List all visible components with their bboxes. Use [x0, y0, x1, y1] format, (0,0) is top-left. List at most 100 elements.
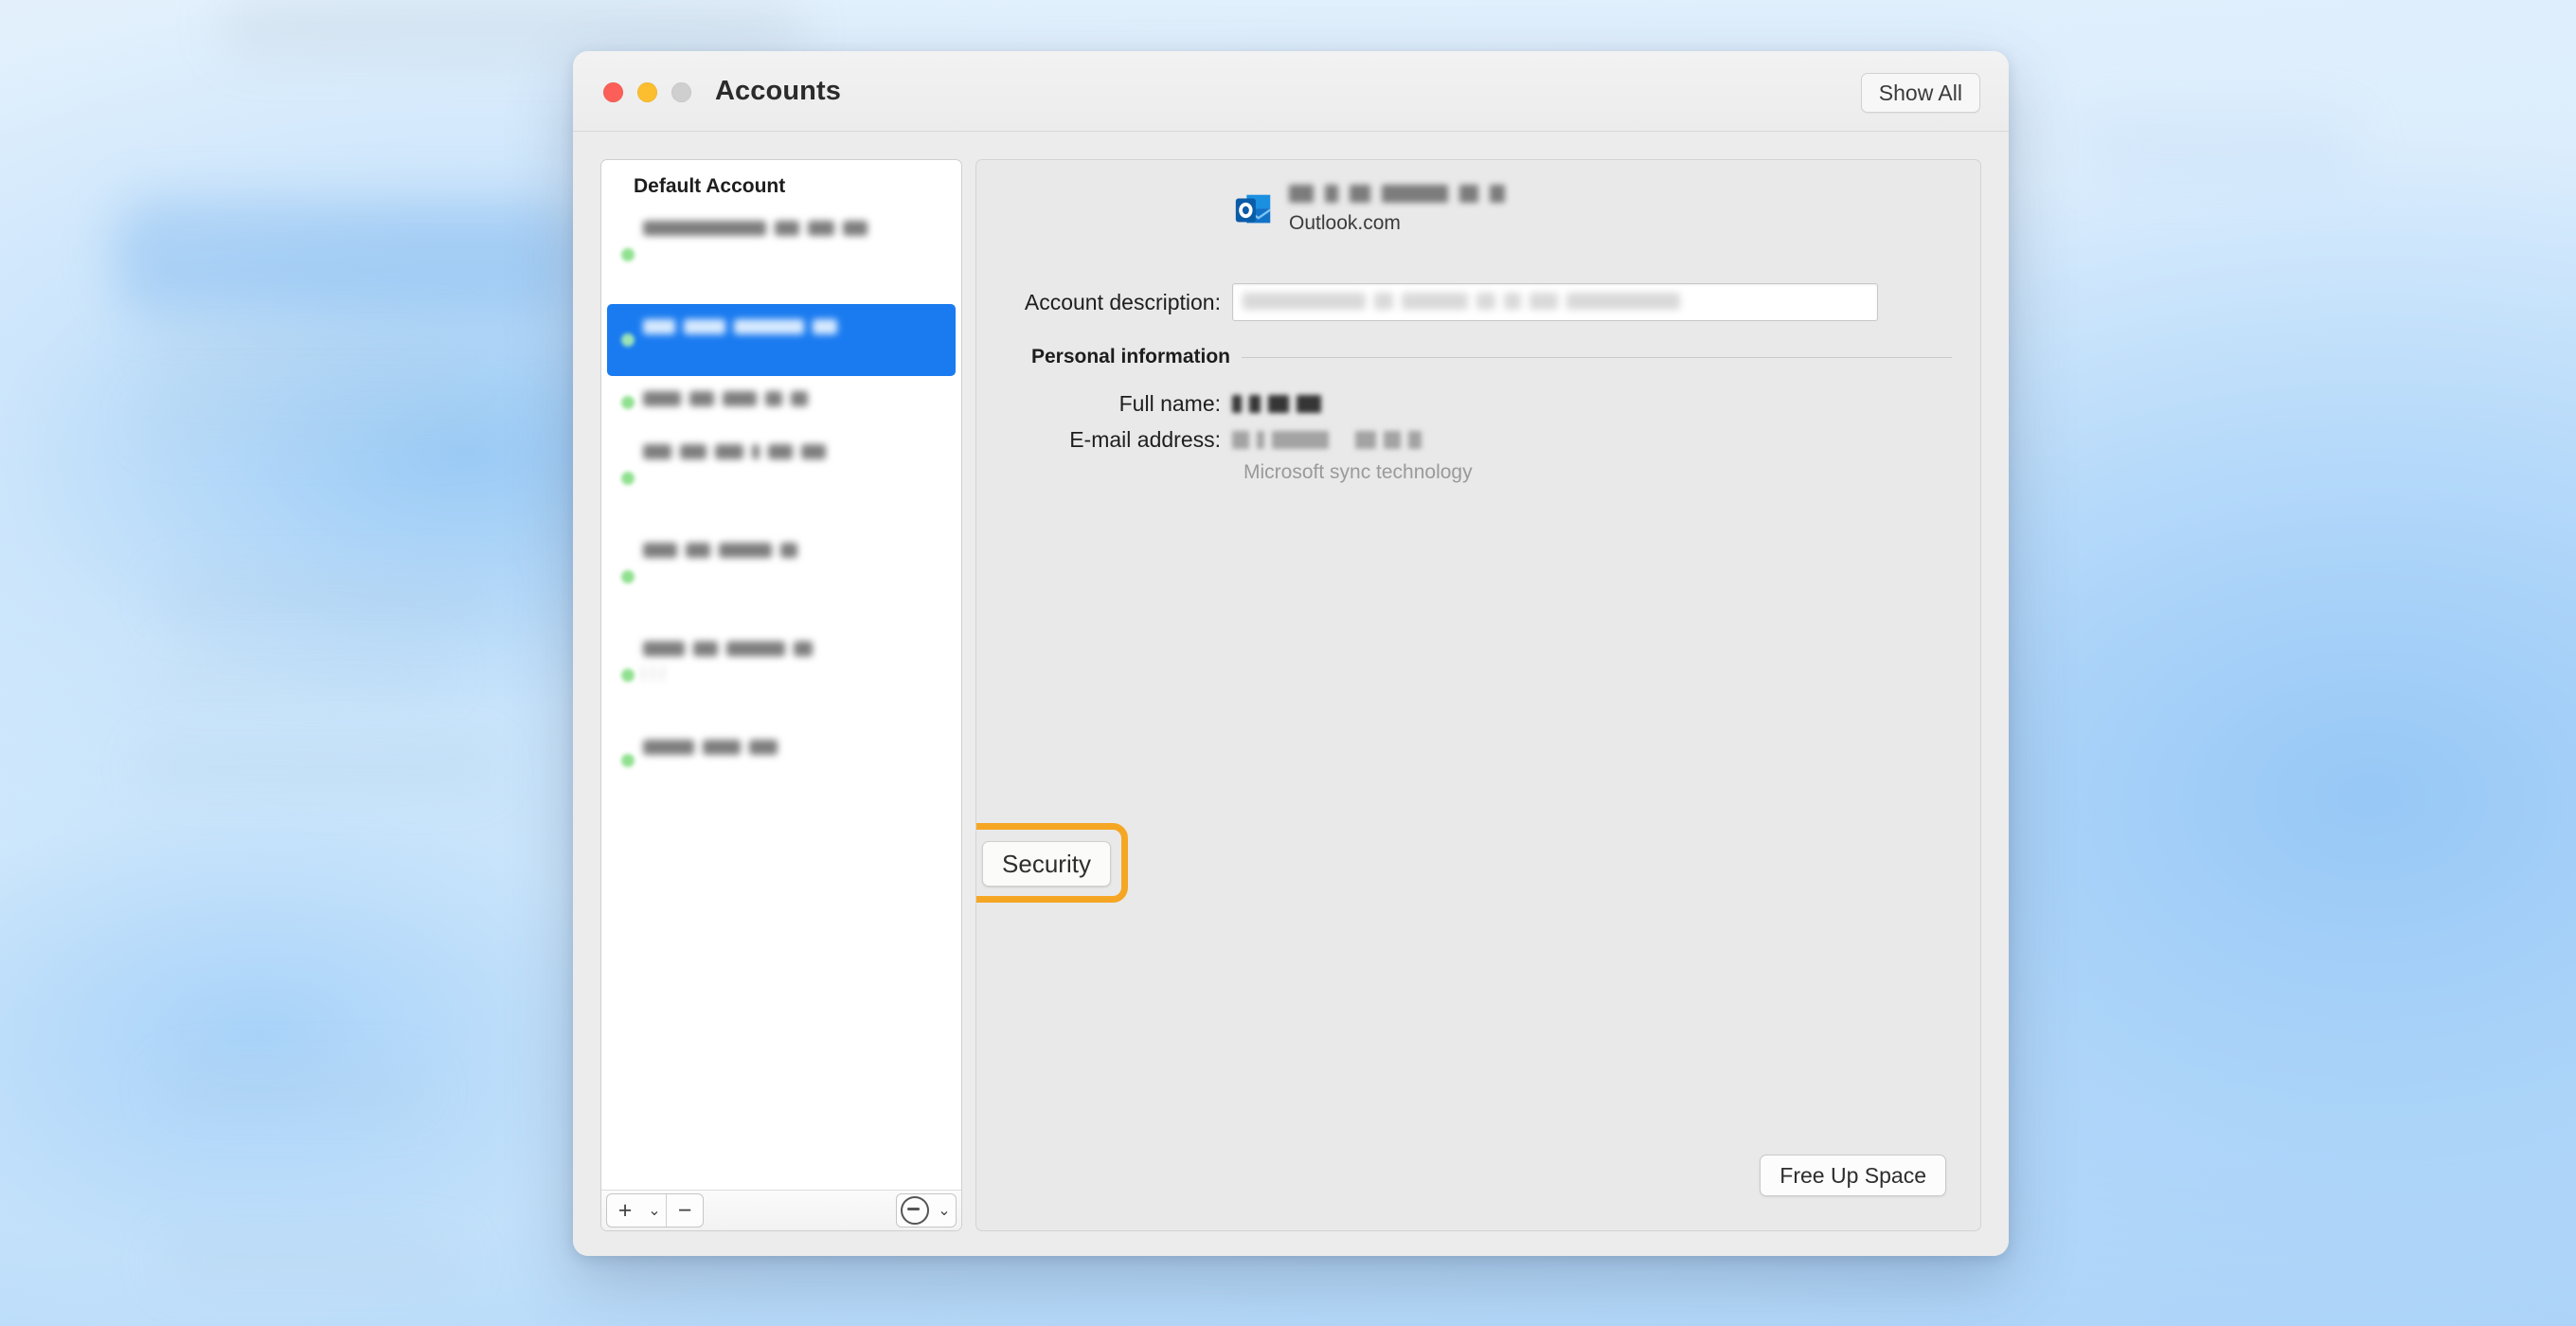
redaction-block	[643, 641, 685, 656]
redaction-block	[726, 641, 785, 656]
account-list-item[interactable]	[601, 376, 961, 429]
redaction-block	[1374, 293, 1393, 310]
redacted-text-line	[643, 762, 663, 781]
chevron-down-icon[interactable]: ⌄	[643, 1194, 666, 1227]
redaction-block	[643, 221, 766, 236]
redaction-block	[794, 641, 813, 656]
account-description-row: Account description:	[976, 283, 1980, 321]
redaction-block	[1272, 431, 1329, 449]
redacted-text-line	[643, 391, 952, 406]
redaction-block	[749, 740, 778, 755]
email-address-value-redacted	[1232, 431, 1422, 449]
redacted-text-line	[643, 641, 952, 656]
redaction-block	[715, 444, 743, 459]
status-dot-icon	[621, 248, 635, 261]
accounts-list[interactable]: Default Account	[601, 160, 961, 1191]
redaction-block	[775, 221, 799, 236]
redaction-block	[1459, 184, 1478, 203]
redacted-text-line	[643, 663, 664, 683]
redaction-block	[643, 391, 681, 406]
window-title: Accounts	[715, 76, 841, 106]
redaction-block	[643, 444, 671, 459]
outlook-icon	[1235, 194, 1271, 224]
close-icon[interactable]	[603, 82, 623, 102]
redacted-text-line	[643, 341, 663, 361]
account-list-item[interactable]	[601, 725, 961, 797]
redacted-text-line	[643, 466, 663, 486]
account-name-redacted	[1289, 183, 1505, 204]
redaction-block	[643, 740, 694, 755]
redaction-block	[801, 444, 826, 459]
add-account-button[interactable]: +	[607, 1194, 643, 1227]
email-address-row: E-mail address:	[976, 427, 1980, 453]
status-dot-icon	[621, 754, 635, 767]
redaction-block	[1566, 293, 1680, 310]
redaction-block	[1402, 293, 1468, 310]
redaction-block	[734, 319, 804, 334]
redaction-block	[652, 665, 654, 681]
traffic-light-group	[603, 82, 691, 102]
redaction-block	[643, 543, 677, 558]
redacted-text-line	[643, 493, 663, 512]
redacted-text-line	[643, 319, 946, 334]
redaction-block	[693, 641, 718, 656]
redacted-text-line	[643, 242, 663, 262]
account-list-item-selected[interactable]	[607, 304, 956, 376]
accounts-window: Accounts Show All Default Account + ⌄ −	[573, 51, 2009, 1256]
account-detail-panel: Outlook.com Account description: Persona…	[975, 159, 1981, 1231]
account-list-item[interactable]	[601, 206, 961, 304]
action-menu-group: ⌄	[896, 1193, 957, 1227]
redaction-block	[1249, 395, 1261, 413]
email-address-label: E-mail address:	[1069, 427, 1221, 452]
redaction-block	[1382, 184, 1448, 203]
account-list-item[interactable]	[601, 626, 961, 725]
redaction-block	[1476, 293, 1495, 310]
redaction-block	[1289, 184, 1314, 203]
redaction-block	[1490, 184, 1505, 203]
status-dot-icon	[621, 396, 635, 409]
show-all-button[interactable]: Show All	[1860, 73, 1980, 113]
account-description-input[interactable]	[1232, 283, 1878, 321]
redaction-block	[1530, 293, 1558, 310]
redaction-block	[843, 221, 868, 236]
account-header: Outlook.com	[1232, 183, 1505, 235]
redaction-block	[719, 543, 772, 558]
redaction-block	[1257, 431, 1264, 449]
redacted-text-line	[643, 740, 952, 755]
account-list-item[interactable]	[601, 528, 961, 626]
window-body: Default Account + ⌄ − ⌄ Outlook.com Acco…	[573, 132, 2009, 1256]
status-dot-icon	[621, 333, 635, 347]
redaction-block	[1297, 395, 1321, 413]
redacted-text-line	[643, 221, 952, 236]
redaction-block	[752, 444, 760, 459]
redaction-block	[1350, 184, 1370, 203]
status-dot-icon	[621, 472, 635, 485]
section-divider	[1242, 356, 1952, 358]
redaction-block	[780, 543, 797, 558]
account-provider-label: Outlook.com	[1289, 212, 1401, 234]
minimize-icon[interactable]	[637, 82, 657, 102]
status-dot-icon	[621, 669, 635, 682]
redaction-block	[1355, 431, 1376, 449]
add-remove-group: + ⌄ −	[606, 1193, 704, 1227]
redaction-block	[1384, 431, 1401, 449]
accounts-sidebar: Default Account + ⌄ − ⌄	[600, 159, 962, 1231]
default-account-header: Default Account	[634, 175, 786, 197]
redaction-block	[813, 319, 837, 334]
window-titlebar: Accounts Show All	[573, 51, 2009, 132]
redaction-block	[662, 665, 664, 681]
redacted-text-line	[643, 591, 663, 611]
redaction-block	[1325, 184, 1338, 203]
redacted-text-line	[643, 564, 663, 584]
chevron-down-icon[interactable]: ⌄	[933, 1194, 956, 1227]
action-gear-icon[interactable]	[897, 1194, 933, 1227]
redaction-block	[723, 391, 757, 406]
zoom-icon[interactable]	[671, 82, 691, 102]
free-up-space-button[interactable]: Free Up Space	[1760, 1155, 1946, 1196]
remove-account-button[interactable]: −	[667, 1194, 703, 1227]
redaction-block	[1232, 395, 1242, 413]
redacted-text-line	[643, 444, 952, 459]
security-button[interactable]: Security	[982, 841, 1111, 887]
account-list-item[interactable]	[601, 429, 961, 528]
full-name-label: Full name:	[1118, 391, 1221, 416]
